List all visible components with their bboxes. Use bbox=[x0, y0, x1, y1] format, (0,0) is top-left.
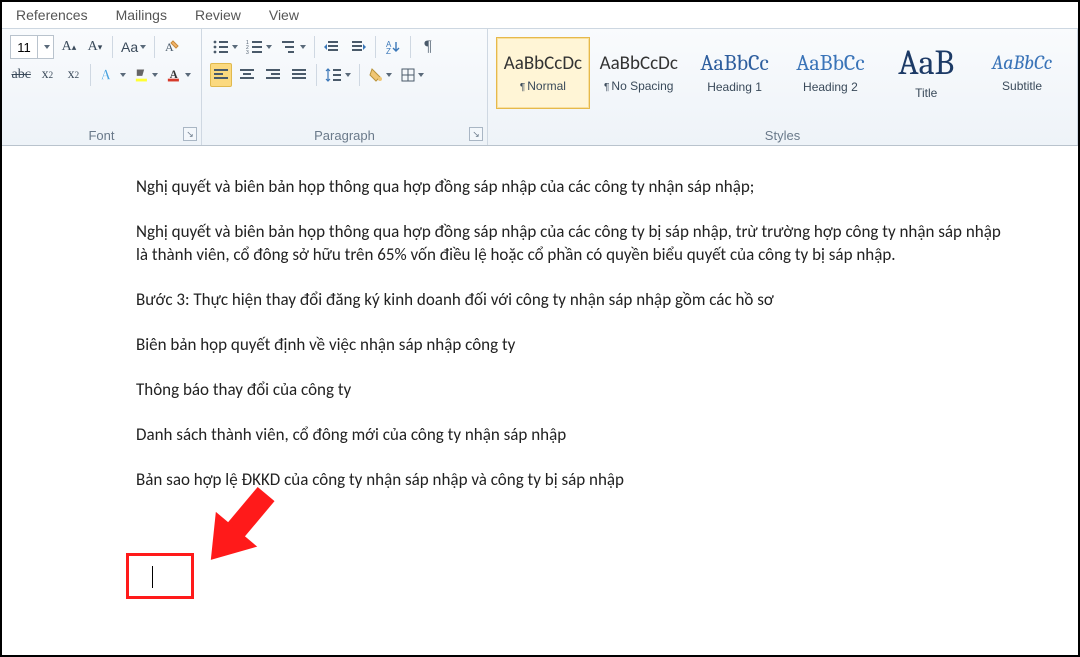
superscript-button[interactable]: x2 bbox=[62, 63, 84, 87]
paragraph-group: 123 AZ ¶ bbox=[202, 29, 488, 145]
numbering-button[interactable]: 123 bbox=[244, 35, 274, 59]
shrink-font-button[interactable]: A▾ bbox=[84, 35, 106, 59]
borders-button[interactable] bbox=[398, 63, 426, 87]
styles-gallery[interactable]: AaBbCcDc ¶Normal AaBbCcDc ¶No Spacing Aa… bbox=[496, 37, 1069, 109]
font-size-input[interactable] bbox=[11, 40, 37, 55]
bullets-button[interactable] bbox=[210, 35, 240, 59]
menu-bar: References Mailings Review View bbox=[2, 2, 1078, 28]
strikethrough-button[interactable]: abc bbox=[10, 63, 32, 87]
align-justify-button[interactable] bbox=[288, 63, 310, 87]
sort-button[interactable]: AZ bbox=[382, 35, 404, 59]
styles-group-label: Styles bbox=[488, 128, 1077, 143]
increase-indent-button[interactable] bbox=[347, 35, 369, 59]
clear-formatting-button[interactable]: A bbox=[161, 35, 183, 59]
decrease-indent-button[interactable] bbox=[321, 35, 343, 59]
style-heading-1[interactable]: AaBbCc Heading 1 bbox=[688, 37, 782, 109]
styles-group: AaBbCcDc ¶Normal AaBbCcDc ¶No Spacing Aa… bbox=[488, 29, 1078, 145]
align-left-button[interactable] bbox=[210, 63, 232, 87]
menu-review[interactable]: Review bbox=[195, 7, 241, 23]
font-group-label: Font bbox=[2, 128, 201, 143]
paragraph-group-label: Paragraph bbox=[202, 128, 487, 143]
annotation-arrow-icon bbox=[180, 478, 290, 578]
paragraph: Nghị quyết và biên bản họp thông qua hợp… bbox=[136, 176, 1016, 199]
style-heading-2[interactable]: AaBbCc Heading 2 bbox=[783, 37, 877, 109]
page: Nghị quyết và biên bản họp thông qua hợp… bbox=[2, 146, 1078, 514]
line-spacing-button[interactable] bbox=[323, 63, 353, 87]
grow-font-button[interactable]: A▴ bbox=[58, 35, 80, 59]
show-marks-button[interactable]: ¶ bbox=[417, 35, 439, 59]
font-group: A▴ A▾ Aa A abc x2 x2 A A Font ↘ bbox=[2, 29, 202, 145]
font-size-combo[interactable] bbox=[10, 35, 54, 59]
svg-text:Z: Z bbox=[386, 47, 391, 55]
subscript-button[interactable]: x2 bbox=[36, 63, 58, 87]
paragraph: Biên bản họp quyết định về việc nhận sáp… bbox=[136, 334, 1016, 357]
font-color-button[interactable]: A bbox=[164, 63, 193, 87]
multilevel-list-button[interactable] bbox=[278, 35, 308, 59]
paragraph: Thông báo thay đổi của công ty bbox=[136, 379, 1016, 402]
paragraph: Nghị quyết và biên bản họp thông qua hợp… bbox=[136, 221, 1016, 267]
font-dialog-launcher[interactable]: ↘ bbox=[183, 127, 197, 141]
style-subtitle[interactable]: AaBbCc Subtitle bbox=[975, 37, 1069, 109]
paragraph: Bước 3: Thực hiện thay đổi đăng ký kinh … bbox=[136, 289, 1016, 312]
document-area[interactable]: Nghị quyết và biên bản họp thông qua hợp… bbox=[2, 146, 1078, 655]
svg-text:A: A bbox=[100, 67, 111, 84]
menu-references[interactable]: References bbox=[16, 7, 88, 23]
menu-view[interactable]: View bbox=[269, 7, 299, 23]
text-cursor bbox=[152, 566, 153, 588]
paragraph: Danh sách thành viên, cổ đông mới của cô… bbox=[136, 424, 1016, 447]
menu-mailings[interactable]: Mailings bbox=[116, 7, 167, 23]
text-effects-button[interactable]: A bbox=[97, 63, 127, 87]
align-center-button[interactable] bbox=[236, 63, 258, 87]
paragraph-dialog-launcher[interactable]: ↘ bbox=[469, 127, 483, 141]
svg-text:3: 3 bbox=[246, 50, 249, 55]
shading-button[interactable] bbox=[366, 63, 394, 87]
style-title[interactable]: AaB Title bbox=[879, 37, 973, 109]
style-no-spacing[interactable]: AaBbCcDc ¶No Spacing bbox=[592, 37, 686, 109]
ribbon: A▴ A▾ Aa A abc x2 x2 A A Font ↘ bbox=[2, 28, 1078, 146]
change-case-button[interactable]: Aa bbox=[119, 35, 148, 59]
highlight-button[interactable] bbox=[132, 63, 161, 87]
style-normal[interactable]: AaBbCcDc ¶Normal bbox=[496, 37, 590, 109]
align-right-button[interactable] bbox=[262, 63, 284, 87]
